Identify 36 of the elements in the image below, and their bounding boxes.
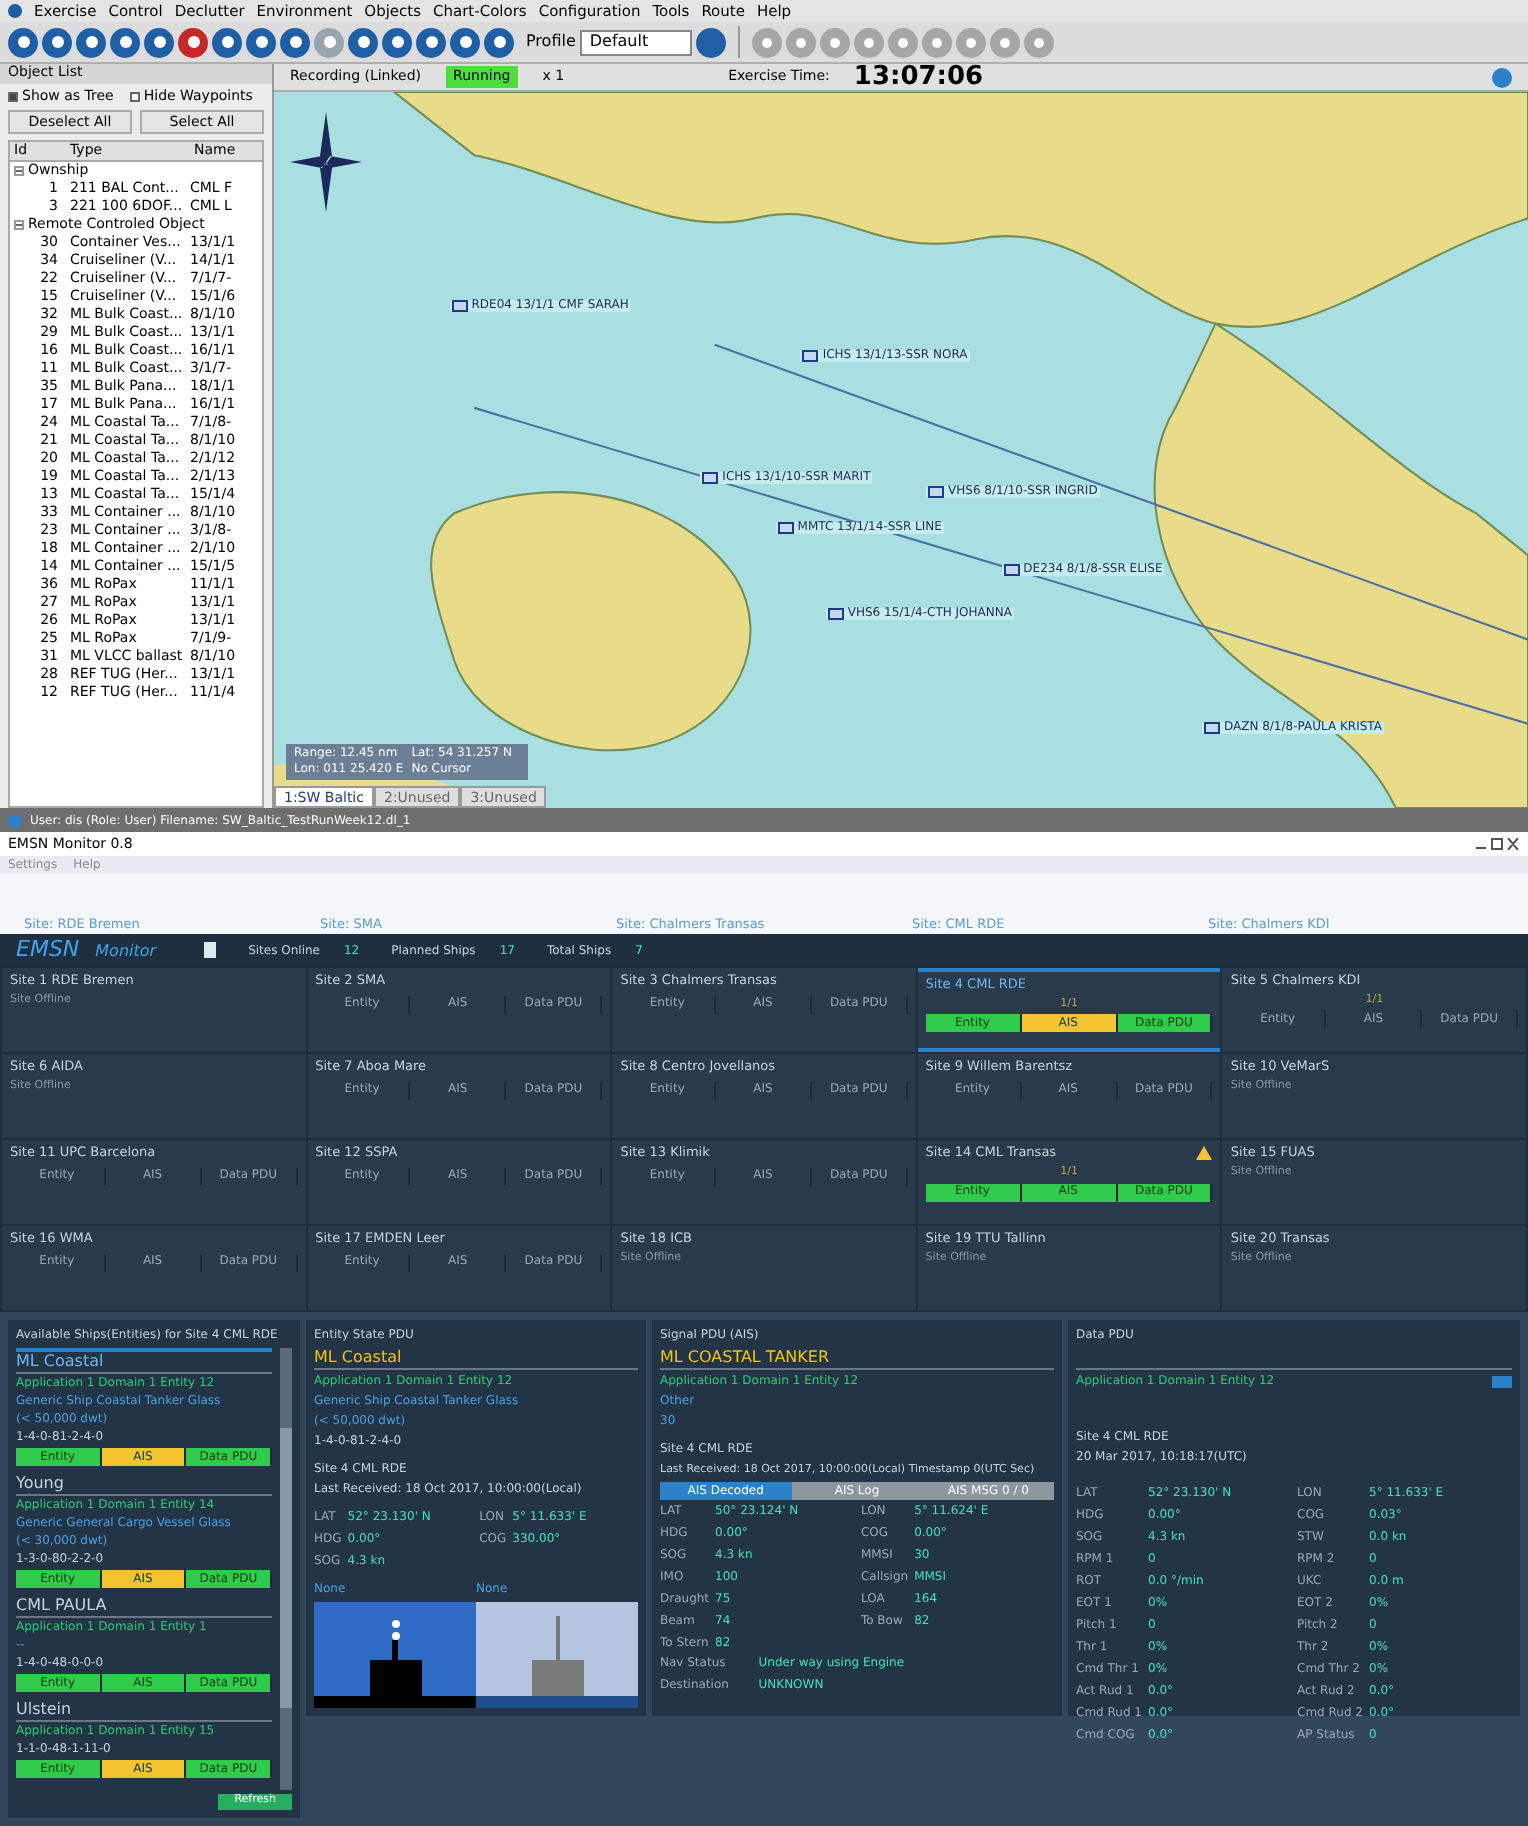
profile-dropdown[interactable]: Default bbox=[579, 29, 692, 55]
ship-name: CML PAULA bbox=[16, 1596, 272, 1618]
panel-toggle-button[interactable] bbox=[1492, 1376, 1512, 1388]
toolbar-button[interactable] bbox=[348, 27, 378, 57]
nautical-chart[interactable] bbox=[274, 92, 1528, 808]
toolbar-button[interactable] bbox=[280, 27, 310, 57]
chat-icon[interactable] bbox=[1492, 67, 1512, 87]
toolbar-button[interactable] bbox=[382, 27, 412, 57]
collapse-icon[interactable] bbox=[14, 166, 24, 176]
app-logo: EMSN Monitor bbox=[16, 933, 157, 966]
window-controls-icon[interactable] bbox=[1476, 838, 1520, 850]
profile-label: Profile bbox=[526, 30, 576, 54]
compass-rose-icon bbox=[290, 112, 362, 212]
toolbar-button[interactable] bbox=[246, 27, 276, 57]
ship-name: Young bbox=[16, 1474, 272, 1496]
ship-name: ML Coastal bbox=[16, 1352, 272, 1374]
scrollbar[interactable] bbox=[280, 1348, 292, 1790]
app-icon bbox=[8, 4, 22, 18]
collapse-icon[interactable] bbox=[14, 220, 24, 230]
ship-name: ML Coastal bbox=[314, 1348, 638, 1370]
ship-name: ML COASTAL TANKER bbox=[660, 1348, 1054, 1370]
toolbar-button[interactable] bbox=[110, 27, 140, 57]
toolbar-button[interactable] bbox=[178, 27, 208, 57]
toolbar-button[interactable] bbox=[484, 27, 514, 57]
toolbar-button[interactable] bbox=[416, 27, 446, 57]
toolbar-button[interactable] bbox=[450, 27, 480, 57]
toolbar-button[interactable] bbox=[144, 27, 174, 57]
save-button[interactable] bbox=[695, 27, 726, 57]
toolbar-button[interactable] bbox=[8, 27, 38, 57]
ship-name: Ulstein bbox=[16, 1700, 272, 1722]
exercise-time: 13:07:06 bbox=[853, 64, 984, 90]
toolbar-button[interactable] bbox=[42, 27, 72, 57]
toolbar-button[interactable] bbox=[212, 27, 242, 57]
toolbar-button[interactable] bbox=[76, 27, 106, 57]
document-icon[interactable] bbox=[204, 942, 217, 958]
info-icon bbox=[8, 813, 22, 827]
